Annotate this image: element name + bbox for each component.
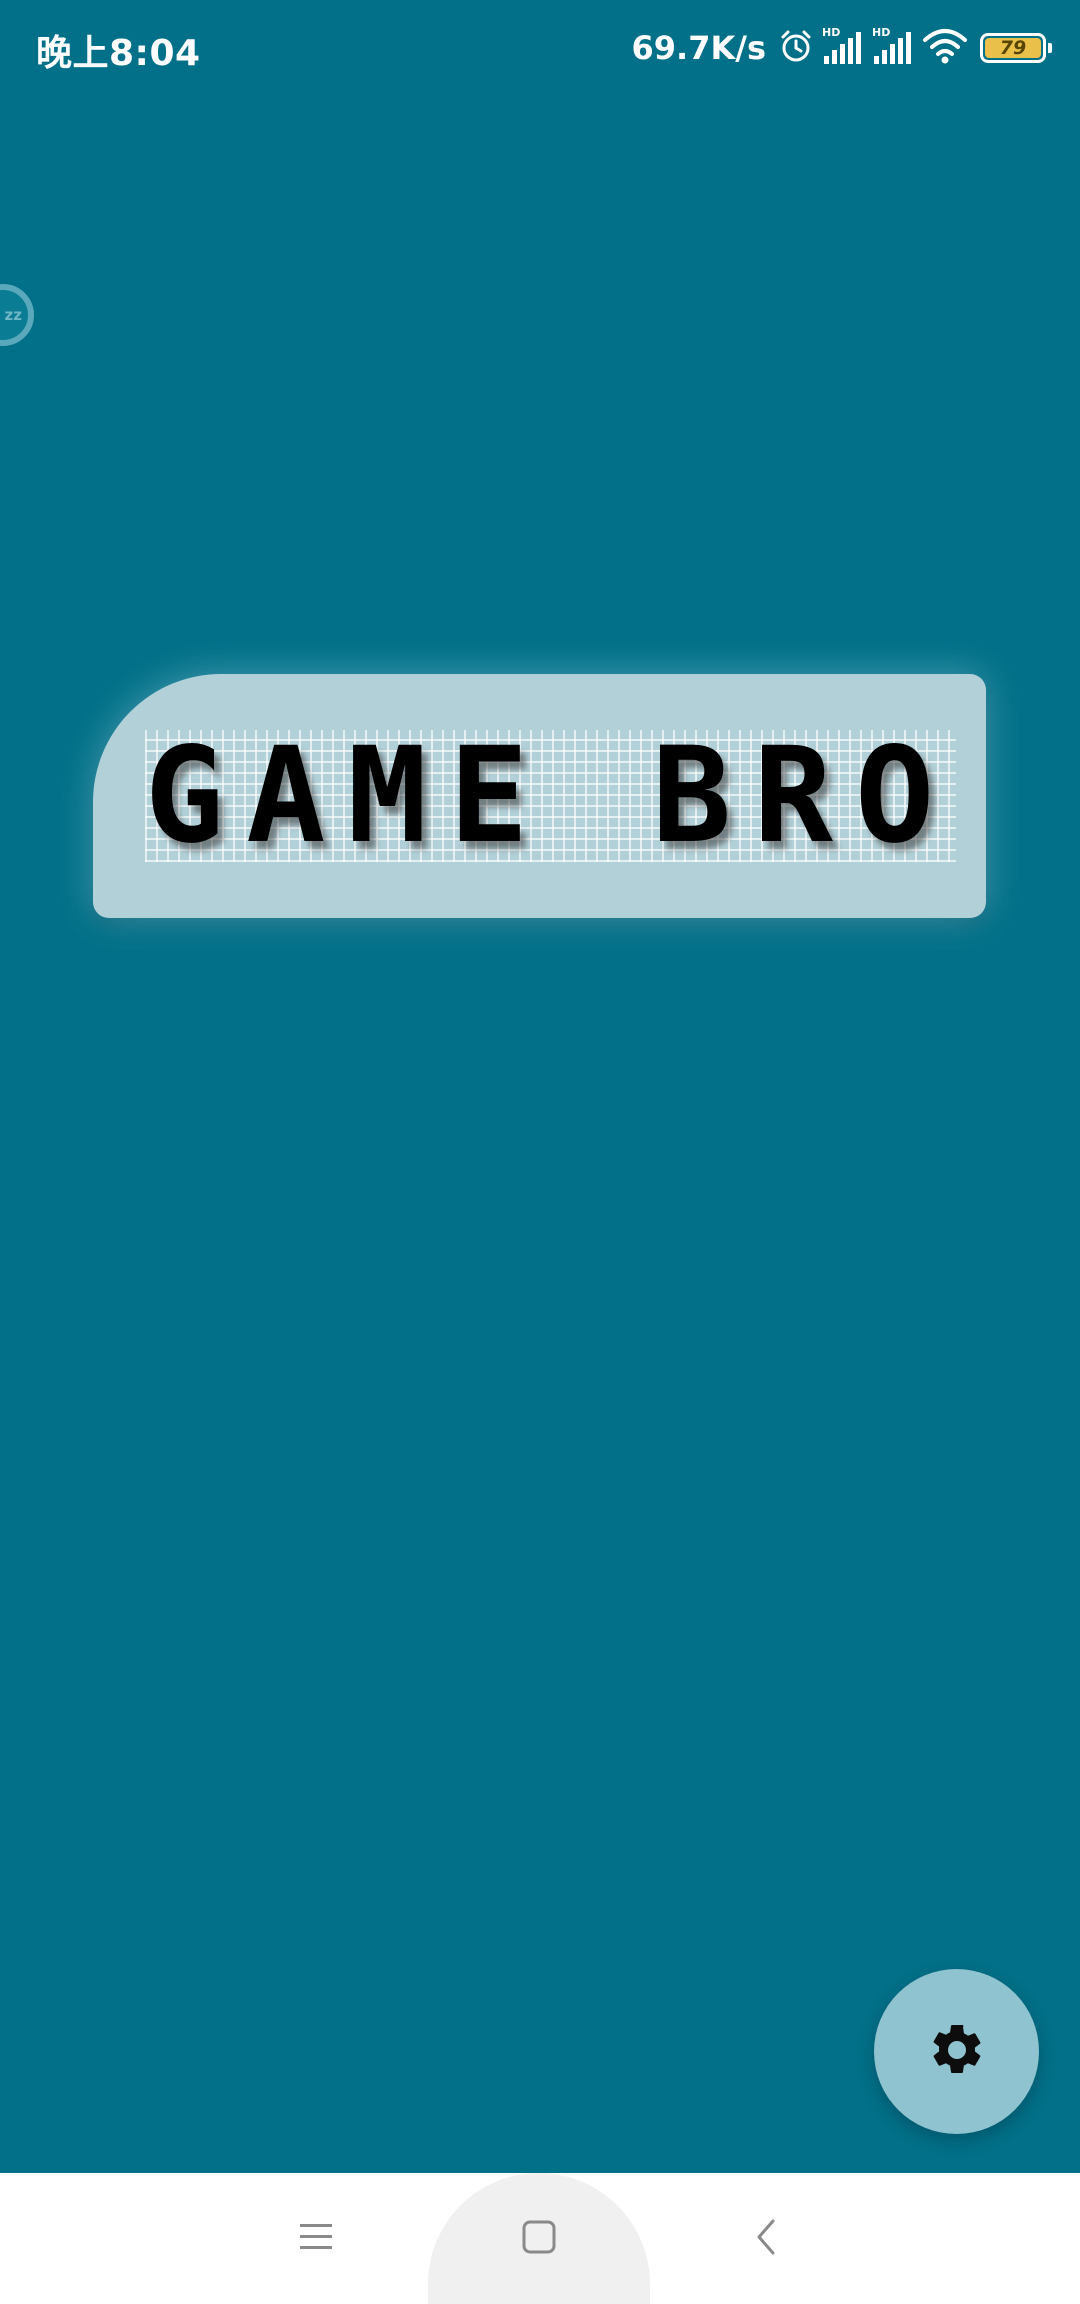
alarm-icon — [778, 28, 814, 68]
svg-text:HD: HD — [822, 26, 840, 39]
status-bar: 晚上8:04 69.7K/s HD HD 79 — [0, 0, 1080, 96]
nav-menu-button[interactable] — [256, 2173, 376, 2304]
status-time: 晚上8:04 — [36, 33, 201, 74]
signal-hd-icon: HD — [822, 26, 864, 70]
floating-edge-bubble[interactable]: zz — [0, 284, 34, 346]
battery-level: 79 — [999, 36, 1027, 59]
menu-icon — [298, 2221, 334, 2257]
title-banner: GAME BRO — [93, 674, 986, 918]
svg-text:HD: HD — [872, 26, 890, 39]
back-icon — [751, 2217, 781, 2261]
settings-button[interactable] — [874, 1969, 1039, 2134]
home-icon — [521, 2219, 557, 2259]
gear-icon — [927, 2020, 987, 2084]
nav-back-button[interactable] — [706, 2173, 826, 2304]
nav-home-button[interactable] — [428, 2173, 650, 2304]
status-icons: 69.7K/s HD HD 79 — [631, 22, 1052, 74]
network-speed: 69.7K/s — [631, 29, 766, 67]
app-title: GAME BRO — [144, 719, 957, 873]
signal-hd-icon: HD — [872, 26, 914, 70]
edge-bubble-label: zz — [4, 306, 22, 324]
wifi-icon — [922, 28, 968, 68]
battery-icon: 79 — [980, 33, 1052, 63]
battery-fill: 79 — [985, 38, 1041, 58]
navigation-bar — [0, 2173, 1080, 2304]
